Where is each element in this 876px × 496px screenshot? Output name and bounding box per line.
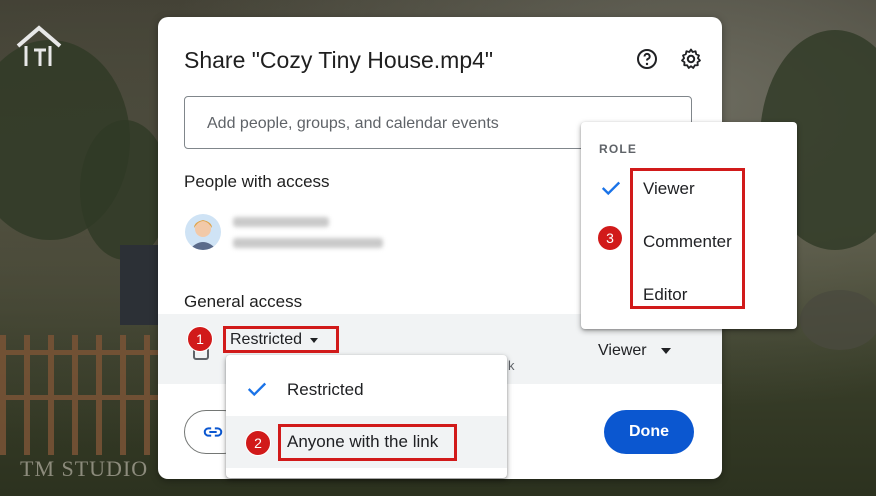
menu-item-label: Restricted xyxy=(287,380,364,399)
access-description: k xyxy=(508,358,515,373)
check-icon xyxy=(247,382,267,397)
avatar xyxy=(185,214,221,250)
help-icon[interactable] xyxy=(635,47,659,71)
link-icon xyxy=(203,427,223,437)
person-icon xyxy=(189,220,217,250)
done-button[interactable]: Done xyxy=(604,410,694,454)
step-badge-3: 3 xyxy=(597,225,623,251)
role-value: Viewer xyxy=(598,342,647,359)
people-with-access-heading: People with access xyxy=(184,172,330,191)
logo-icon xyxy=(16,25,62,66)
dialog-title: Share "Cozy Tiny House.mp4" xyxy=(184,47,494,73)
background-fence xyxy=(0,335,160,455)
chevron-down-icon xyxy=(660,348,671,354)
check-icon xyxy=(601,181,621,196)
annotation-box-roles xyxy=(630,168,745,309)
general-access-heading: General access xyxy=(184,292,303,311)
role-dropdown[interactable]: Viewer xyxy=(598,342,671,360)
role-menu-heading: ROLE xyxy=(599,142,638,156)
watermark: TM STUDIO xyxy=(20,456,149,481)
blurred-email xyxy=(233,238,383,248)
step-badge-1: 1 xyxy=(187,326,213,352)
annotation-box-restricted xyxy=(223,326,339,353)
menu-item-restricted[interactable]: Restricted xyxy=(226,355,507,415)
blurred-name xyxy=(233,217,329,227)
step-badge-2: 2 xyxy=(245,430,271,456)
annotation-box-anyone xyxy=(278,424,457,461)
gear-icon[interactable] xyxy=(679,47,703,71)
